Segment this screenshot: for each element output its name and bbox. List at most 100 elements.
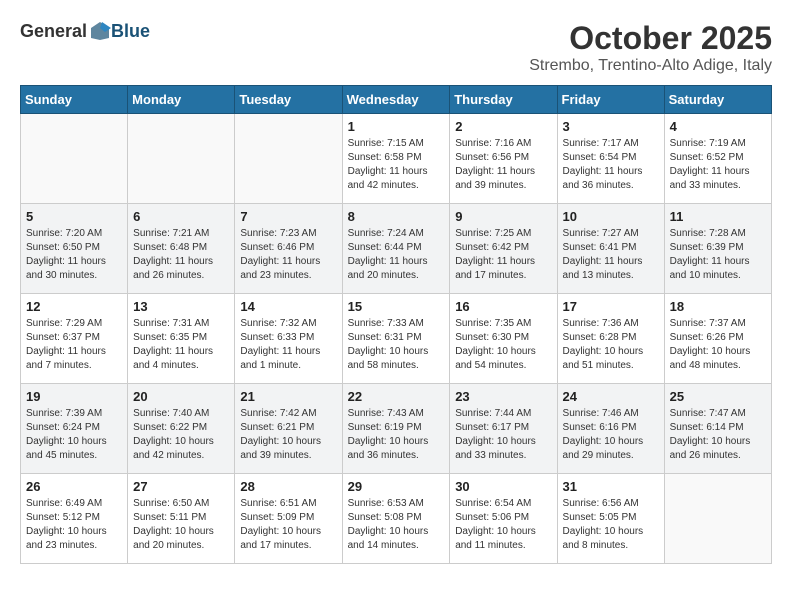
weekday-header: Sunday [21, 86, 128, 114]
day-info: Sunrise: 7:40 AM Sunset: 6:22 PM Dayligh… [133, 407, 229, 463]
calendar-day-cell: 10Sunrise: 7:27 AM Sunset: 6:41 PM Dayli… [557, 204, 664, 294]
day-number: 20 [133, 389, 229, 404]
day-info: Sunrise: 7:32 AM Sunset: 6:33 PM Dayligh… [240, 317, 336, 373]
day-info: Sunrise: 7:24 AM Sunset: 6:44 PM Dayligh… [348, 227, 445, 283]
day-info: Sunrise: 7:16 AM Sunset: 6:56 PM Dayligh… [455, 137, 551, 193]
calendar-day-cell: 11 Sunrise: 7:28 AM Sunset: 6:39 PM Dayli… [664, 204, 771, 294]
calendar-day-cell: 17 Sunrise: 7:36 AM Sunset: 6:28 PM Dayli… [557, 294, 664, 384]
day-number: 15 [348, 299, 445, 314]
calendar-table: SundayMondayTuesdayWednesdayThursdayFrid… [20, 85, 772, 564]
day-number: 8 [348, 209, 445, 224]
calendar-week-row: 12Sunrise: 7:29 AM Sunset: 6:37 PM Dayli… [21, 294, 772, 384]
day-number: 25 [670, 389, 766, 404]
day-info: Sunrise: 6:53 AM Sunset: 5:08 PM Dayligh… [348, 497, 445, 553]
calendar-day-cell [235, 114, 342, 204]
day-number: 3 [563, 119, 659, 134]
day-info: Sunrise: 7:25 AM Sunset: 6:42 PM Dayligh… [455, 227, 551, 283]
day-number: 5 [26, 209, 122, 224]
calendar-day-cell: 8 Sunrise: 7:24 AM Sunset: 6:44 PM Daylig… [342, 204, 450, 294]
calendar-header-row: SundayMondayTuesdayWednesdayThursdayFrid… [21, 86, 772, 114]
day-number: 30 [455, 479, 551, 494]
calendar-day-cell: 1Sunrise: 7:15 AM Sunset: 6:58 PM Daylig… [342, 114, 450, 204]
weekday-header: Wednesday [342, 86, 450, 114]
day-info: Sunrise: 7:44 AM Sunset: 6:17 PM Dayligh… [455, 407, 551, 463]
calendar-day-cell: 18 Sunrise: 7:37 AM Sunset: 6:26 PM Dayli… [664, 294, 771, 384]
logo-blue: Blue [111, 21, 150, 42]
calendar-day-cell [21, 114, 128, 204]
calendar-day-cell: 24 Sunrise: 7:46 AM Sunset: 6:16 PM Dayli… [557, 384, 664, 474]
logo-icon [89, 20, 111, 42]
calendar-day-cell: 9Sunrise: 7:25 AM Sunset: 6:42 PM Daylig… [450, 204, 557, 294]
weekday-header: Saturday [664, 86, 771, 114]
day-info: Sunrise: 6:51 AM Sunset: 5:09 PM Dayligh… [240, 497, 336, 553]
day-info: Sunrise: 7:28 AM Sunset: 6:39 PM Dayligh… [670, 227, 766, 283]
calendar-day-cell: 3 Sunrise: 7:17 AM Sunset: 6:54 PM Daylig… [557, 114, 664, 204]
day-number: 14 [240, 299, 336, 314]
day-info: Sunrise: 6:50 AM Sunset: 5:11 PM Dayligh… [133, 497, 229, 553]
day-number: 1 [348, 119, 445, 134]
day-number: 29 [348, 479, 445, 494]
day-number: 2 [455, 119, 551, 134]
day-info: Sunrise: 7:23 AM Sunset: 6:46 PM Dayligh… [240, 227, 336, 283]
day-info: Sunrise: 6:54 AM Sunset: 5:06 PM Dayligh… [455, 497, 551, 553]
calendar-week-row: 26 Sunrise: 6:49 AM Sunset: 5:12 PM Dayli… [21, 474, 772, 564]
calendar-day-cell: 23Sunrise: 7:44 AM Sunset: 6:17 PM Dayli… [450, 384, 557, 474]
day-number: 18 [670, 299, 766, 314]
weekday-header: Tuesday [235, 86, 342, 114]
day-number: 28 [240, 479, 336, 494]
day-info: Sunrise: 7:19 AM Sunset: 6:52 PM Dayligh… [670, 137, 766, 193]
day-number: 6 [133, 209, 229, 224]
calendar-day-cell: 27Sunrise: 6:50 AM Sunset: 5:11 PM Dayli… [128, 474, 235, 564]
calendar-week-row: 19Sunrise: 7:39 AM Sunset: 6:24 PM Dayli… [21, 384, 772, 474]
calendar-day-cell: 14 Sunrise: 7:32 AM Sunset: 6:33 PM Dayli… [235, 294, 342, 384]
weekday-header: Thursday [450, 86, 557, 114]
calendar-week-row: 5Sunrise: 7:20 AM Sunset: 6:50 PM Daylig… [21, 204, 772, 294]
calendar-day-cell: 21Sunrise: 7:42 AM Sunset: 6:21 PM Dayli… [235, 384, 342, 474]
day-number: 16 [455, 299, 551, 314]
weekday-header: Monday [128, 86, 235, 114]
day-number: 7 [240, 209, 336, 224]
day-info: Sunrise: 7:35 AM Sunset: 6:30 PM Dayligh… [455, 317, 551, 373]
calendar-day-cell: 31Sunrise: 6:56 AM Sunset: 5:05 PM Dayli… [557, 474, 664, 564]
day-info: Sunrise: 7:27 AM Sunset: 6:41 PM Dayligh… [563, 227, 659, 283]
day-info: Sunrise: 6:56 AM Sunset: 5:05 PM Dayligh… [563, 497, 659, 553]
calendar-day-cell: 2 Sunrise: 7:16 AM Sunset: 6:56 PM Daylig… [450, 114, 557, 204]
day-info: Sunrise: 6:49 AM Sunset: 5:12 PM Dayligh… [26, 497, 122, 553]
calendar-day-cell: 7 Sunrise: 7:23 AM Sunset: 6:46 PM Daylig… [235, 204, 342, 294]
calendar-day-cell: 16 Sunrise: 7:35 AM Sunset: 6:30 PM Dayli… [450, 294, 557, 384]
day-info: Sunrise: 7:46 AM Sunset: 6:16 PM Dayligh… [563, 407, 659, 463]
day-info: Sunrise: 7:21 AM Sunset: 6:48 PM Dayligh… [133, 227, 229, 283]
page-header: General Blue October 2025 Strembo, Trent… [20, 20, 772, 75]
day-number: 11 [670, 209, 766, 224]
weekday-header: Friday [557, 86, 664, 114]
calendar-day-cell: 22 Sunrise: 7:43 AM Sunset: 6:19 PM Dayli… [342, 384, 450, 474]
calendar-day-cell: 15 Sunrise: 7:33 AM Sunset: 6:31 PM Dayli… [342, 294, 450, 384]
calendar-day-cell [128, 114, 235, 204]
day-info: Sunrise: 7:37 AM Sunset: 6:26 PM Dayligh… [670, 317, 766, 373]
calendar-day-cell: 19Sunrise: 7:39 AM Sunset: 6:24 PM Dayli… [21, 384, 128, 474]
calendar-week-row: 1Sunrise: 7:15 AM Sunset: 6:58 PM Daylig… [21, 114, 772, 204]
day-info: Sunrise: 7:39 AM Sunset: 6:24 PM Dayligh… [26, 407, 122, 463]
day-number: 4 [670, 119, 766, 134]
day-number: 26 [26, 479, 122, 494]
day-info: Sunrise: 7:17 AM Sunset: 6:54 PM Dayligh… [563, 137, 659, 193]
day-info: Sunrise: 7:29 AM Sunset: 6:37 PM Dayligh… [26, 317, 122, 373]
day-number: 17 [563, 299, 659, 314]
day-number: 13 [133, 299, 229, 314]
location-title: Strembo, Trentino-Alto Adige, Italy [529, 57, 772, 75]
calendar-day-cell: 4 Sunrise: 7:19 AM Sunset: 6:52 PM Daylig… [664, 114, 771, 204]
calendar-day-cell: 29 Sunrise: 6:53 AM Sunset: 5:08 PM Dayli… [342, 474, 450, 564]
calendar-day-cell: 6 Sunrise: 7:21 AM Sunset: 6:48 PM Daylig… [128, 204, 235, 294]
day-info: Sunrise: 7:33 AM Sunset: 6:31 PM Dayligh… [348, 317, 445, 373]
day-info: Sunrise: 7:42 AM Sunset: 6:21 PM Dayligh… [240, 407, 336, 463]
month-title: October 2025 [529, 20, 772, 57]
day-info: Sunrise: 7:43 AM Sunset: 6:19 PM Dayligh… [348, 407, 445, 463]
day-number: 22 [348, 389, 445, 404]
day-info: Sunrise: 7:31 AM Sunset: 6:35 PM Dayligh… [133, 317, 229, 373]
day-info: Sunrise: 7:36 AM Sunset: 6:28 PM Dayligh… [563, 317, 659, 373]
calendar-day-cell: 28 Sunrise: 6:51 AM Sunset: 5:09 PM Dayli… [235, 474, 342, 564]
day-number: 24 [563, 389, 659, 404]
calendar-day-cell: 26 Sunrise: 6:49 AM Sunset: 5:12 PM Dayli… [21, 474, 128, 564]
calendar-day-cell: 30 Sunrise: 6:54 AM Sunset: 5:06 PM Dayli… [450, 474, 557, 564]
calendar-day-cell: 20 Sunrise: 7:40 AM Sunset: 6:22 PM Dayli… [128, 384, 235, 474]
